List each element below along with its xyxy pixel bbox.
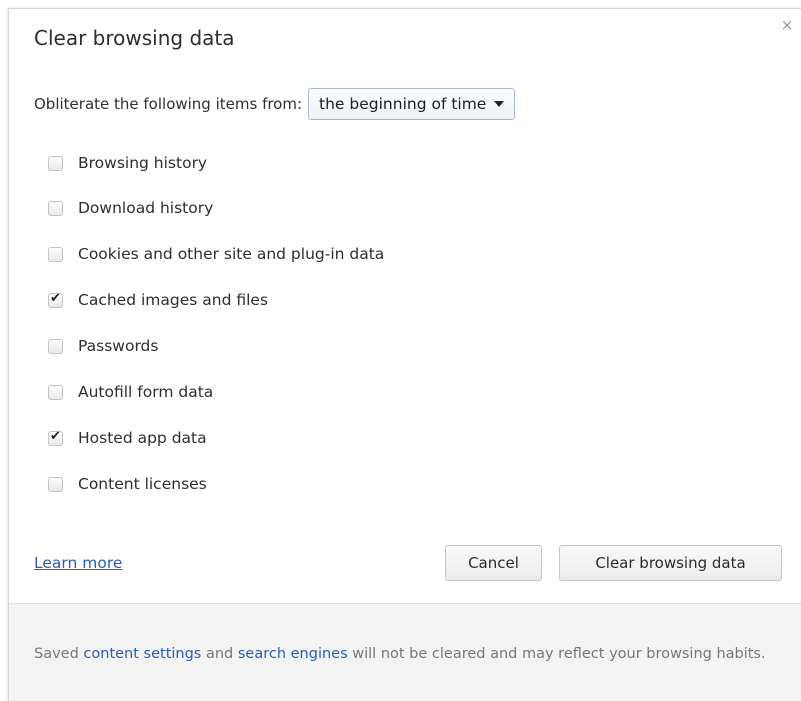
checkmark-icon: ✔ xyxy=(50,428,61,444)
time-range-value: the beginning of time xyxy=(319,95,487,113)
option-label: Content licenses xyxy=(78,475,207,493)
content-settings-link[interactable]: content settings xyxy=(83,646,201,662)
data-type-options: ✔ Browsing history ✔ Download history ✔ … xyxy=(48,141,384,507)
option-label: Browsing history xyxy=(78,154,208,172)
option-label: Download history xyxy=(78,199,214,217)
option-label: Hosted app data xyxy=(78,429,207,447)
footer-text-part: Saved xyxy=(34,646,84,662)
option-label: Cached images and files xyxy=(78,291,269,309)
option-browsing-history[interactable]: ✔ Browsing history xyxy=(48,141,384,185)
checkbox[interactable]: ✔ xyxy=(48,200,63,216)
learn-more-link[interactable]: Learn more xyxy=(34,554,122,572)
checkmark-icon: ✔ xyxy=(50,290,61,306)
checkbox[interactable]: ✔ xyxy=(48,246,63,262)
option-hosted-app-data[interactable]: ✔ Hosted app data xyxy=(48,415,384,461)
close-icon[interactable]: × xyxy=(780,18,794,33)
option-label: Passwords xyxy=(78,337,159,355)
dialog-footer: Saved content settings and search engine… xyxy=(9,603,801,701)
option-download-history[interactable]: ✔ Download history xyxy=(48,185,384,231)
option-content-licenses[interactable]: ✔ Content licenses xyxy=(48,461,384,507)
caret-down-icon xyxy=(494,101,505,107)
option-label: Cookies and other site and plug-in data xyxy=(78,245,385,263)
checkbox[interactable]: ✔ xyxy=(48,155,63,171)
option-label: Autofill form data xyxy=(78,383,214,401)
checkbox[interactable]: ✔ xyxy=(48,476,63,492)
cancel-button[interactable]: Cancel xyxy=(445,545,542,581)
time-range-dropdown[interactable]: the beginning of time xyxy=(308,88,516,120)
option-passwords[interactable]: ✔ Passwords xyxy=(48,323,384,369)
footer-note: Saved content settings and search engine… xyxy=(34,639,774,669)
dialog-title: Clear browsing data xyxy=(34,26,235,50)
time-range-row: Obliterate the following items from: the… xyxy=(34,88,516,120)
checkbox[interactable]: ✔ xyxy=(48,338,63,354)
footer-text-part: will not be cleared and may reflect your… xyxy=(347,646,766,662)
option-cookies[interactable]: ✔ Cookies and other site and plug-in dat… xyxy=(48,231,384,277)
time-range-label: Obliterate the following items from: xyxy=(34,95,303,113)
checkbox[interactable]: ✔ xyxy=(48,384,63,400)
option-cached-images[interactable]: ✔ Cached images and files xyxy=(48,277,384,323)
footer-text-part: and xyxy=(201,646,238,662)
search-engines-link[interactable]: search engines xyxy=(238,646,348,662)
checkbox[interactable]: ✔ xyxy=(48,290,63,308)
checkbox[interactable]: ✔ xyxy=(48,428,63,446)
option-autofill[interactable]: ✔ Autofill form data xyxy=(48,369,384,415)
clear-browsing-data-button[interactable]: Clear browsing data xyxy=(559,545,782,581)
